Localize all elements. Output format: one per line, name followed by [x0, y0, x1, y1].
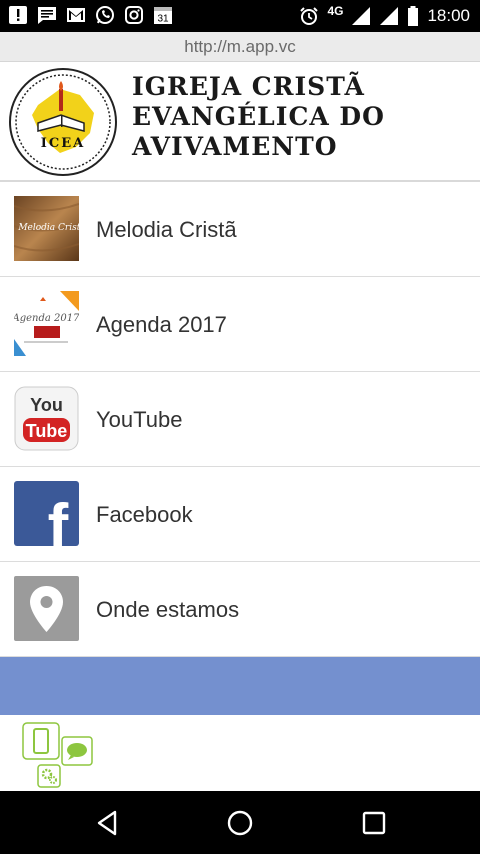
- svg-text:ICEA: ICEA: [41, 136, 85, 151]
- network-type: 4G: [327, 4, 344, 18]
- signal-icon: [352, 7, 371, 25]
- back-icon[interactable]: [93, 808, 123, 838]
- app-builder-icon[interactable]: [22, 721, 94, 791]
- battery-icon: [408, 6, 419, 26]
- facebook-icon: f: [14, 481, 79, 546]
- menu-item-facebook[interactable]: f Facebook: [0, 467, 480, 562]
- instagram-icon: [125, 6, 143, 24]
- footer: [0, 715, 480, 791]
- svg-text:You: You: [30, 395, 63, 415]
- svg-text:31: 31: [157, 14, 169, 25]
- signal-icon: [380, 7, 399, 25]
- clock: 18:00: [427, 6, 470, 25]
- navigation-bar: [0, 791, 480, 854]
- url-text: http://m.app.vc: [184, 37, 296, 56]
- calendar-icon: 31: [154, 7, 172, 25]
- menu-item-label: Facebook: [96, 502, 193, 527]
- church-name-line: IGREJA CRISTÃ: [132, 72, 365, 101]
- home-icon[interactable]: [225, 808, 255, 838]
- gmail-icon: [67, 8, 85, 22]
- menu-item-melodia-crista[interactable]: Melodia Cristã Melodia Cristã: [0, 182, 480, 277]
- church-name-line: EVANGÉLICA DO: [132, 102, 385, 131]
- message-icon: [38, 7, 56, 24]
- svg-text:Tube: Tube: [26, 421, 68, 441]
- status-bar: 31 4G 18:00: [0, 0, 480, 32]
- svg-text:Agenda 2017: Agenda 2017: [14, 313, 79, 324]
- agenda-2017-thumbnail: Agenda 2017: [14, 291, 79, 356]
- menu-item-label: Agenda 2017: [96, 312, 227, 337]
- url-bar[interactable]: http://m.app.vc: [0, 32, 480, 62]
- alarm-icon: [300, 7, 319, 25]
- menu-item-label: YouTube: [96, 407, 183, 432]
- youtube-icon: You Tube: [14, 386, 79, 451]
- melodia-crista-thumbnail: Melodia Cristã: [14, 196, 79, 261]
- main-menu: Melodia Cristã Melodia Cristã Agenda 201…: [0, 182, 480, 657]
- church-name-line: AVIVAMENTO: [132, 132, 338, 161]
- church-name: IGREJA CRISTÃ EVANGÉLICA DO AVIVAMENTO: [132, 72, 472, 162]
- menu-item-agenda-2017[interactable]: Agenda 2017 Agenda 2017: [0, 277, 480, 372]
- svg-text:Melodia Cristã: Melodia Cristã: [17, 222, 79, 233]
- menu-item-onde-estamos[interactable]: Onde estamos: [0, 562, 480, 657]
- whatsapp-icon: [96, 6, 114, 24]
- church-logo: ICEA: [9, 68, 117, 176]
- alert-icon: [9, 6, 27, 24]
- menu-item-label: Onde estamos: [96, 597, 240, 622]
- site-header: ICEA IGREJA CRISTÃ EVANGÉLICA DO AVIVAME…: [0, 62, 480, 182]
- menu-item-label: Melodia Cristã: [96, 217, 237, 242]
- recents-icon[interactable]: [359, 808, 389, 838]
- svg-text:f: f: [48, 492, 69, 546]
- menu-item-youtube[interactable]: You Tube YouTube: [0, 372, 480, 467]
- location-pin-icon: [14, 576, 79, 641]
- color-band: [0, 657, 480, 715]
